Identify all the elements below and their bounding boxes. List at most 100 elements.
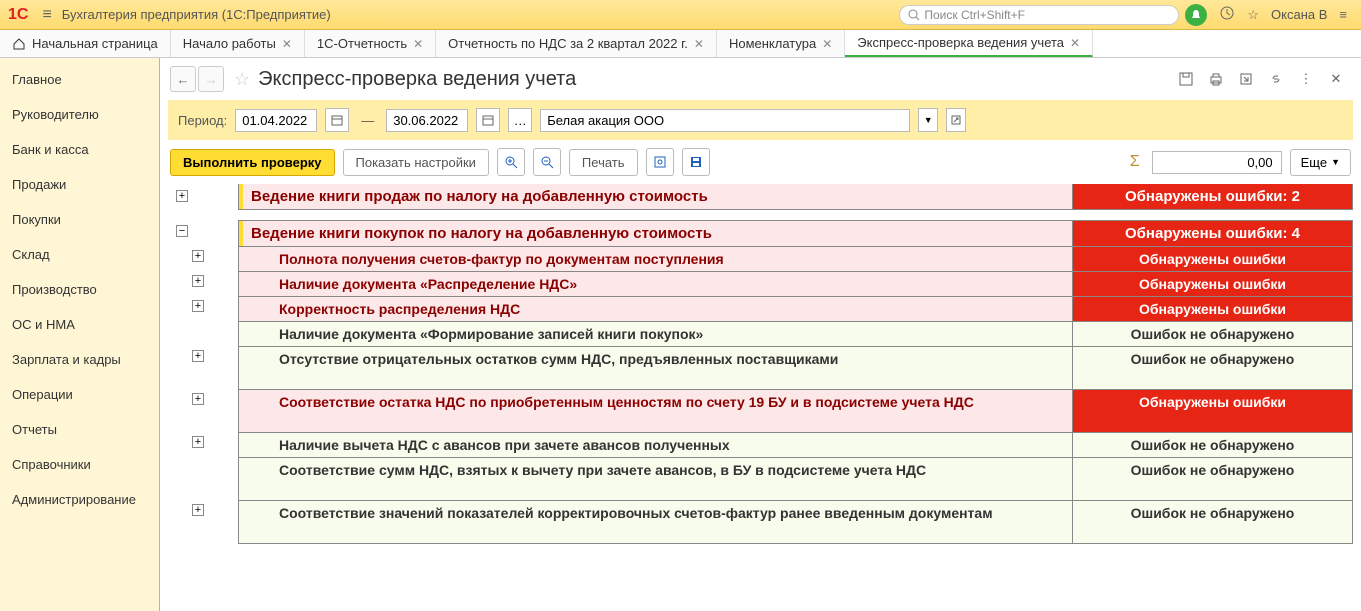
expand-icon[interactable]: + (192, 300, 204, 312)
tree-gutter: + − + + + + + + + (168, 184, 238, 611)
sidebar-item[interactable]: Продажи (0, 167, 159, 202)
tab-label: Начальная страница (32, 36, 158, 51)
sidebar-item[interactable]: Банк и касса (0, 132, 159, 167)
expand-icon[interactable]: + (192, 275, 204, 287)
org-select[interactable]: Белая акация ООО (540, 109, 910, 132)
tab-label: Отчетность по НДС за 2 квартал 2022 г. (448, 36, 688, 51)
zoom-in-icon[interactable] (497, 148, 525, 176)
tree-row[interactable]: Отсутствие отрицательных остатков сумм Н… (238, 346, 1353, 390)
sidebar-item[interactable]: Покупки (0, 202, 159, 237)
row-title: Соответствие остатка НДС по приобретенны… (239, 390, 1072, 432)
user-menu-icon[interactable]: ≡ (1339, 7, 1347, 22)
sidebar-item[interactable]: Склад (0, 237, 159, 272)
expand-icon[interactable]: + (192, 350, 204, 362)
tab-close-icon[interactable]: ✕ (282, 37, 292, 51)
close-icon[interactable]: ✕ (1325, 68, 1347, 90)
tab-label: 1С-Отчетность (317, 36, 407, 51)
row-status: Обнаружены ошибки (1072, 297, 1352, 321)
tab[interactable]: 1С-Отчетность ✕ (305, 30, 436, 57)
tree-row[interactable]: Ведение книги продаж по налогу на добавл… (238, 184, 1353, 210)
logo-1c: 1C (8, 6, 28, 24)
tree-row[interactable]: Соответствие остатка НДС по приобретенны… (238, 389, 1353, 433)
tab-close-icon[interactable]: ✕ (1070, 36, 1080, 50)
user-name[interactable]: Оксана В (1271, 7, 1327, 22)
tree-row[interactable]: Корректность распределения НДСОбнаружены… (238, 296, 1353, 322)
collapse-icon[interactable]: − (176, 225, 188, 237)
period-label: Период: (178, 113, 227, 128)
link-icon[interactable] (1265, 68, 1287, 90)
row-title: Ведение книги продаж по налогу на добавл… (239, 184, 1072, 209)
tab[interactable]: Начальная страница (0, 30, 171, 57)
expand-icon[interactable]: + (192, 393, 204, 405)
tree-row[interactable]: Наличие документа «Распределение НДС»Обн… (238, 271, 1353, 297)
sidebar-item[interactable]: Справочники (0, 447, 159, 482)
tree-area: + − + + + + + + + Ведение книги продаж по налогу… (160, 184, 1361, 611)
search-icon (908, 9, 920, 21)
tree-row[interactable]: Ведение книги покупок по налогу на добав… (238, 220, 1353, 247)
sidebar-item[interactable]: Администрирование (0, 482, 159, 517)
zoom-out-icon[interactable] (533, 148, 561, 176)
notifications-icon[interactable] (1185, 4, 1207, 26)
tab[interactable]: Экспресс-проверка ведения учета✕ (845, 30, 1093, 57)
print-button[interactable]: Печать (569, 149, 638, 176)
tree-row[interactable]: Соответствие сумм НДС, взятых к вычету п… (238, 457, 1353, 501)
search-input[interactable]: Поиск Ctrl+Shift+F (899, 5, 1179, 25)
tree-row[interactable]: Наличие вычета НДС с авансов при зачете … (238, 432, 1353, 458)
tab[interactable]: Отчетность по НДС за 2 квартал 2022 г. ✕ (436, 30, 717, 57)
favorite-icon[interactable]: ☆ (234, 69, 250, 90)
sidebar-item[interactable]: Операции (0, 377, 159, 412)
tab[interactable]: Номенклатура ✕ (717, 30, 845, 57)
period-picker-button[interactable]: … (508, 108, 532, 132)
menu-icon[interactable]: ≡ (42, 6, 51, 24)
sidebar-item[interactable]: Руководителю (0, 97, 159, 132)
period-bar: Период: — … Белая акация ООО ▼ (168, 100, 1353, 140)
sum-input[interactable] (1152, 151, 1282, 174)
tab-close-icon[interactable]: ✕ (413, 37, 423, 51)
content-header: ← → ☆ Экспресс-проверка ведения учета ⋮ … (160, 58, 1361, 100)
run-check-button[interactable]: Выполнить проверку (170, 149, 335, 176)
row-title: Отсутствие отрицательных остатков сумм Н… (239, 347, 1072, 389)
sidebar-item[interactable]: Главное (0, 62, 159, 97)
more-icon[interactable]: ⋮ (1295, 68, 1317, 90)
row-title: Наличие вычета НДС с авансов при зачете … (239, 433, 1072, 457)
expand-icon[interactable]: + (192, 436, 204, 448)
tab-close-icon[interactable]: ✕ (694, 37, 704, 51)
expand-icon[interactable]: + (192, 250, 204, 262)
expand-icon[interactable]: + (192, 504, 204, 516)
preview-icon[interactable] (646, 148, 674, 176)
history-icon[interactable] (1219, 5, 1235, 24)
tab-label: Номенклатура (729, 36, 816, 51)
more-button[interactable]: Еще ▼ (1290, 149, 1351, 176)
tree-row[interactable]: Наличие документа «Формирование записей … (238, 321, 1353, 347)
row-title: Наличие документа «Распределение НДС» (239, 272, 1072, 296)
print-icon[interactable] (1205, 68, 1227, 90)
sidebar-item[interactable]: Отчеты (0, 412, 159, 447)
calendar-to-icon[interactable] (476, 108, 500, 132)
date-from-input[interactable] (235, 109, 317, 132)
calendar-from-icon[interactable] (325, 108, 349, 132)
row-title: Наличие документа «Формирование записей … (239, 322, 1072, 346)
row-status: Обнаружены ошибки: 2 (1072, 184, 1352, 209)
org-dropdown-icon[interactable]: ▼ (918, 108, 938, 132)
show-settings-button[interactable]: Показать настройки (343, 149, 489, 176)
sidebar-item[interactable]: ОС и НМА (0, 307, 159, 342)
tree-body[interactable]: Ведение книги продаж по налогу на добавл… (238, 184, 1353, 611)
tab[interactable]: Начало работы✕ (171, 30, 305, 57)
save-icon[interactable] (1175, 68, 1197, 90)
forward-button: → (198, 66, 224, 92)
back-button[interactable]: ← (170, 66, 196, 92)
tree-row[interactable]: Соответствие значений показателей коррек… (238, 500, 1353, 544)
row-status: Обнаружены ошибки: 4 (1072, 221, 1352, 246)
export-icon[interactable] (1235, 68, 1257, 90)
sidebar-item[interactable]: Зарплата и кадры (0, 342, 159, 377)
tabs-bar: Начальная страницаНачало работы✕1С-Отчет… (0, 30, 1361, 58)
tree-row[interactable]: Полнота получения счетов-фактур по докум… (238, 246, 1353, 272)
tab-close-icon[interactable]: ✕ (822, 37, 832, 51)
sidebar-item[interactable]: Производство (0, 272, 159, 307)
expand-icon[interactable]: + (176, 190, 188, 202)
org-open-icon[interactable] (946, 108, 966, 132)
star-icon[interactable]: ☆ (1247, 7, 1259, 23)
page-title: Экспресс-проверка ведения учета (258, 68, 1171, 91)
date-to-input[interactable] (386, 109, 468, 132)
disk-save-icon[interactable] (682, 148, 710, 176)
